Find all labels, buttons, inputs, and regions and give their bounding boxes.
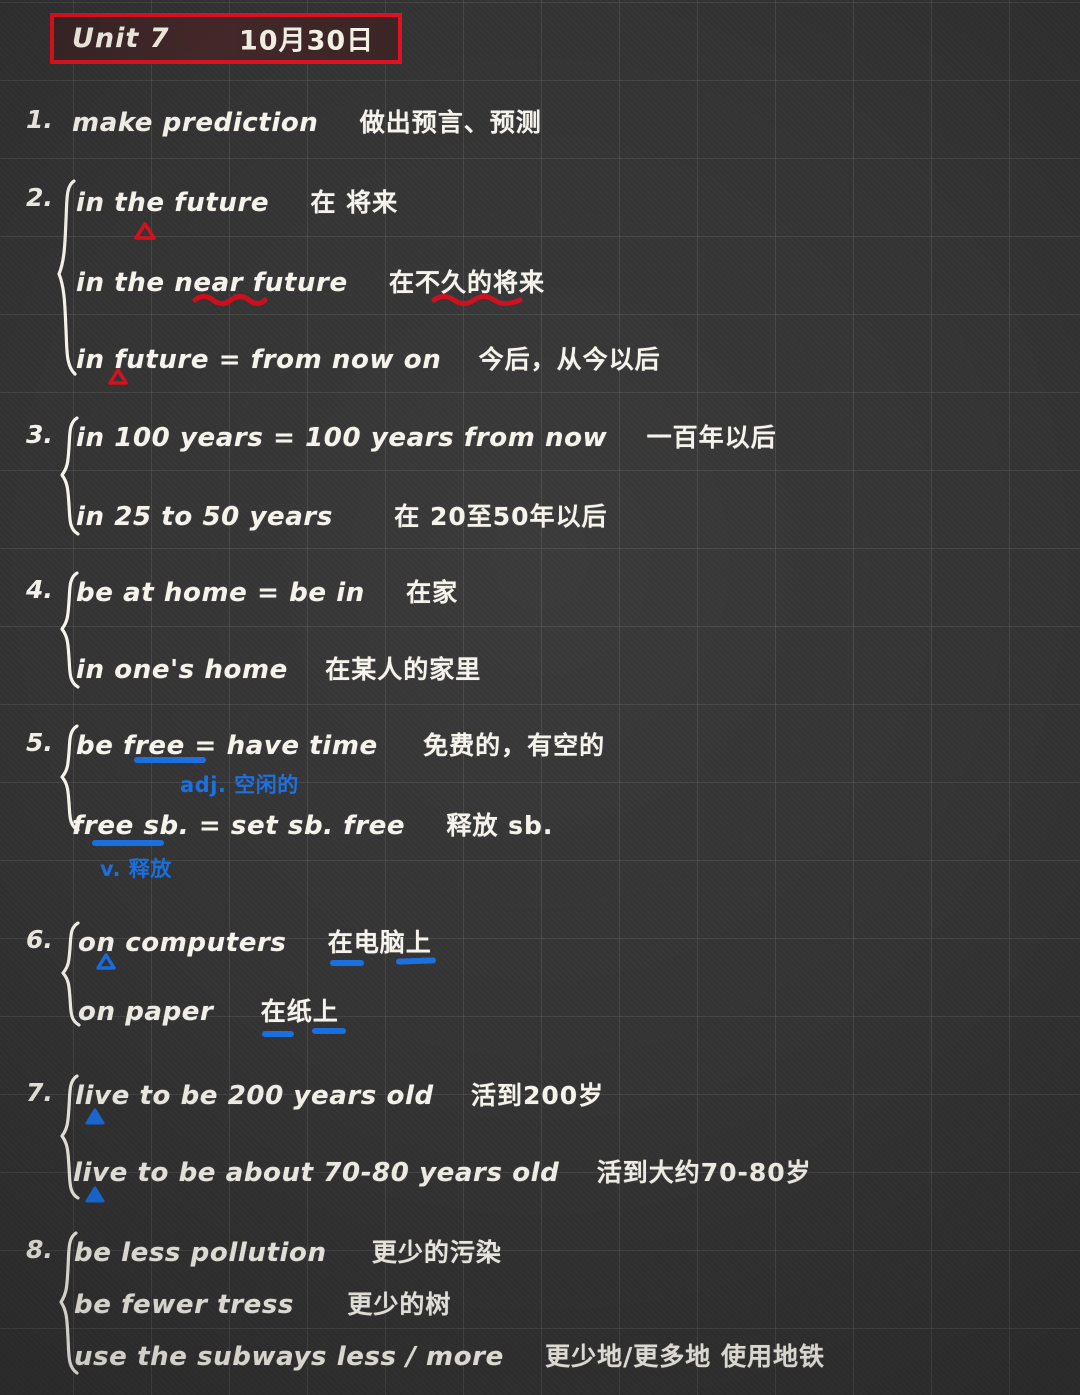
note-line-8-1: be less pollution 更少的污染: [74, 1233, 502, 1269]
note-line-en: in future = from now on: [76, 345, 442, 375]
blue-underline-dian: [330, 960, 364, 966]
note-line-3-2: in 25 to 50 years 在 20至50年以后: [76, 497, 608, 533]
item-number-7: 7.: [26, 1078, 53, 1107]
note-line-cn: 一百年以后: [646, 423, 777, 452]
note-line-en: use the subways less / more: [74, 1342, 504, 1372]
note-line-en: live to be about 70-80 years old: [73, 1158, 560, 1188]
note-line-en: free sb. = set sb. free: [72, 811, 406, 841]
note-line-7-1: live to be 200 years old 活到200岁: [75, 1076, 604, 1112]
item-number-1: 1.: [26, 105, 53, 134]
note-line-en: in 25 to 50 years: [76, 502, 333, 532]
red-triangle-mark-the: [134, 222, 156, 240]
note-line-cn: 在纸上: [260, 997, 339, 1026]
note-line-7-2: live to be about 70-80 years old 活到大约70-…: [73, 1153, 812, 1189]
note-line-en: be at home = be in: [76, 578, 365, 608]
note-line-3-1: in 100 years = 100 years from now 一百年以后: [76, 418, 777, 454]
note-line-en: in the future: [76, 188, 270, 218]
item-number-8: 8.: [26, 1235, 53, 1264]
blue-underline-free-verb: [92, 840, 164, 846]
note-line-cn: 更少的污染: [371, 1238, 502, 1267]
item-number-4: 4.: [26, 575, 53, 604]
header-title-box: Unit 7 10月30日: [50, 13, 402, 64]
note-line-6-2: on paper 在纸上: [78, 992, 339, 1028]
note-line-en: live to be 200 years old: [75, 1081, 434, 1111]
note-line-cn: 今后，从今以后: [478, 345, 661, 374]
note-line-cn: 更少地/更多地 使用地铁: [545, 1342, 825, 1371]
annotation-adj-kongxiande: adj. 空闲的: [180, 773, 299, 797]
red-triangle-mark-in: [108, 368, 128, 385]
red-wavy-underline-near: [192, 292, 268, 306]
note-line-cn: 活到200岁: [471, 1081, 605, 1110]
unit-label: Unit 7: [72, 22, 170, 54]
note-line-1-1: make prediction 做出预言、预测: [72, 103, 542, 139]
note-line-en: be fewer tress: [74, 1290, 295, 1320]
note-line-2-1: in the future 在 将来: [76, 183, 398, 219]
item-number-3: 3.: [26, 420, 53, 449]
note-line-cn: 做出预言、预测: [359, 108, 542, 137]
note-line-4-2: in one's home 在某人的家里: [76, 650, 481, 686]
note-line-cn: 在 20至50年以后: [394, 502, 608, 531]
note-line-cn: 活到大约70-80岁: [596, 1158, 812, 1187]
blue-underline-shang-1: [395, 957, 437, 965]
note-line-4-1: be at home = be in 在家: [76, 573, 458, 609]
blue-underline-shang-2: [312, 1028, 346, 1034]
note-line-cn: 在 将来: [310, 188, 399, 217]
note-line-8-3: use the subways less / more 更少地/更多地 使用地铁: [74, 1337, 825, 1373]
note-line-cn: 释放 sb.: [446, 811, 554, 840]
note-line-6-1: on computers 在电脑上: [78, 923, 432, 959]
item-number-6: 6.: [26, 925, 53, 954]
annotation-v-shifang: v. 释放: [100, 857, 172, 881]
note-line-2-3: in future = from now on 今后，从今以后: [76, 340, 661, 376]
note-line-en: in 100 years = 100 years from now: [76, 423, 608, 453]
item-number-2: 2.: [26, 183, 53, 212]
item-number-5: 5.: [26, 728, 53, 757]
note-line-cn: 免费的，有空的: [423, 731, 606, 760]
note-line-8-2: be fewer tress 更少的树: [74, 1285, 451, 1321]
note-line-cn: 在电脑上: [327, 928, 432, 957]
blue-triangle-mark-live-1: [85, 1108, 105, 1125]
handwritten-notes-page: Unit 7 10月30日 1. make prediction 做出预言、预测…: [0, 0, 1080, 1395]
note-line-cn: 更少的树: [347, 1290, 452, 1319]
note-line-en: be less pollution: [74, 1238, 327, 1268]
red-wavy-underline-bujiude: [431, 292, 523, 306]
note-line-5-2: free sb. = set sb. free 释放 sb.: [72, 806, 553, 842]
note-line-en: be free = have time: [76, 731, 378, 761]
blue-underline-free-adj: [134, 757, 206, 763]
blue-triangle-mark-live-2: [85, 1186, 105, 1203]
blue-underline-zhi: [262, 1031, 294, 1037]
note-line-cn: 在家: [406, 578, 459, 607]
note-line-cn: 在某人的家里: [325, 655, 482, 684]
note-line-en: make prediction: [72, 108, 319, 138]
note-line-en: in one's home: [76, 655, 288, 685]
blue-triangle-mark-on-1: [96, 953, 116, 970]
note-line-en: on paper: [78, 997, 214, 1027]
date-label: 10月30日: [239, 25, 375, 57]
